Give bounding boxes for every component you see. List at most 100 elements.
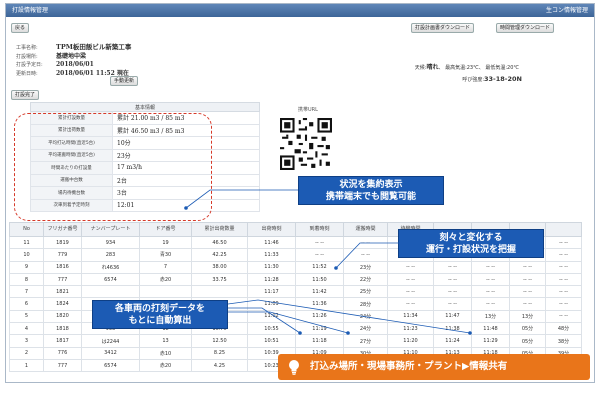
callout-realtime: 刻々と変化する 運行・打設状況を把握 [398,229,544,258]
table-cell: 11:20 [387,334,434,348]
strength-label: 呼び強度: [462,77,485,83]
plan-download-button[interactable]: 打設計画書ダウンロード [411,23,475,33]
table-cell: -- -- [387,260,434,274]
table-cell: -- -- [545,248,582,262]
table-cell: 1817 [43,334,82,348]
col-header[interactable]: No [9,222,44,237]
table-cell: 24分 [343,309,388,324]
table-cell: 11:17 [247,285,296,299]
table-cell: 9 [9,260,44,274]
lightbulb-icon [289,360,299,375]
table-cell: -- -- [433,260,472,274]
col-header[interactable]: ナンバープレート [81,222,140,237]
table-cell: 7 [139,260,192,274]
table-cell: -- -- [545,297,582,311]
callout-auto-calc-line2: もとに自動算出 [128,316,192,326]
table-cell: 11:47 [433,309,472,324]
table-cell: 779 [43,248,82,262]
finish-button[interactable]: 打設完了 [11,90,40,100]
table-cell: 12.50 [191,334,248,348]
table-row: 7 1821 11:17 11:42 25分 -- -- -- -- -- -- -- -- --… [9,285,582,299]
table-cell: -- -- [471,285,510,299]
date-value: 2018/06/01 [56,61,94,68]
table-cell: 11:48 [471,322,510,336]
table-row: 9 1816 れ4636 7 38.00 11:30 11:52 23分 -- -- -- -- -… [9,260,582,274]
table-cell: 3 [9,334,44,348]
table-cell: 6574 [81,272,140,287]
window-right-label: 生コン情報管理 [545,7,588,14]
col-header[interactable] [545,222,582,237]
table-cell: 赤10 [139,346,192,360]
table-cell: 8.25 [191,346,248,360]
table-cell: 8 [9,272,44,287]
report-download-button[interactable]: 時間管理ダウンロード [496,23,555,33]
table-cell: 2 [9,346,44,360]
high-temp-label: 最高気温: [445,65,467,71]
table-row: 3 1817 は2244 13 12.50 10:51 11:18 27分 11:20 11:24… [9,334,582,348]
table-cell: 13分 [509,309,546,324]
low-temp-label: 最低気温: [485,65,508,71]
table-cell [81,285,140,299]
table-cell: 赤20 [139,272,192,287]
col-header[interactable]: フリガナ番号 [43,222,82,237]
table-cell: 11:52 [295,260,344,274]
table-cell: 11:29 [471,334,510,348]
table-cell: 05分 [509,322,546,336]
table-cell: 38分 [545,334,582,348]
table-cell: -- -- [545,272,582,287]
window-titlebar: 打設情報管理 生コン情報管理 [6,4,594,17]
table-cell: 42.25 [191,248,248,262]
table-cell: 10 [9,248,44,262]
manual-update-button[interactable]: 手動更新 [110,76,139,86]
weather-label: 天候: [414,65,427,71]
table-cell: 1816 [43,260,82,274]
table-cell: 11:24 [433,334,472,348]
qr-code-icon[interactable] [280,118,332,170]
table-cell: 776 [43,346,82,360]
table-cell: 38.00 [191,260,248,274]
table-cell: -- -- [433,297,472,311]
table-cell: -- -- [387,285,434,299]
table-cell: 19 [139,235,192,250]
table-cell: 青30 [139,248,192,262]
table-cell: 11:28 [247,272,296,287]
table-cell: 11:42 [295,285,344,299]
table-cell: 22分 [343,272,388,287]
table-cell: 777 [43,272,82,287]
table-cell: 11 [9,235,44,250]
table-cell [139,285,192,299]
table-cell: 934 [81,235,140,250]
table-cell: -- -- [545,235,582,250]
col-header[interactable]: 累計出荷数量 [191,222,248,237]
table-cell: 赤20 [139,358,192,373]
col-header[interactable]: 運搬時間 [343,222,388,237]
table-cell: -- -- [545,260,582,274]
table-cell: 4.25 [191,358,248,373]
updated-label: 更新日時: [16,70,38,77]
col-header[interactable]: ドア番号 [139,222,192,237]
col-header[interactable]: 出荷時刻 [247,222,296,237]
table-cell: 48分 [545,322,582,336]
strength-info: 呼び強度:33-18-20N [462,75,522,83]
table-cell: 1819 [43,235,82,250]
table-cell: 13 [139,334,192,348]
table-cell: -- -- [545,285,582,299]
table-cell: 5 [9,309,44,324]
table-cell: 4 [9,322,44,336]
back-button[interactable]: 戻る [11,23,30,33]
table-cell: 11:09 [247,297,296,311]
table-cell: 25分 [343,285,388,299]
col-header[interactable]: 到着時刻 [295,222,344,237]
table-cell: -- -- [433,272,472,287]
table-cell: -- -- [509,297,546,311]
summary-header: 基本情報 [30,102,260,112]
table-row: 8 777 6574 赤20 33.75 11:28 11:50 22分 -- -- -- -- -… [9,272,582,287]
table-cell: 10:55 [247,322,296,336]
weather-value: 晴れ [426,64,439,71]
site-label: 工事名称: [16,45,38,51]
table-cell: 27分 [343,334,388,348]
table-cell: 46.50 [191,235,248,250]
table-cell: 11:26 [295,309,344,324]
table-cell: -- -- [295,248,344,262]
table-cell: -- -- [343,235,388,250]
